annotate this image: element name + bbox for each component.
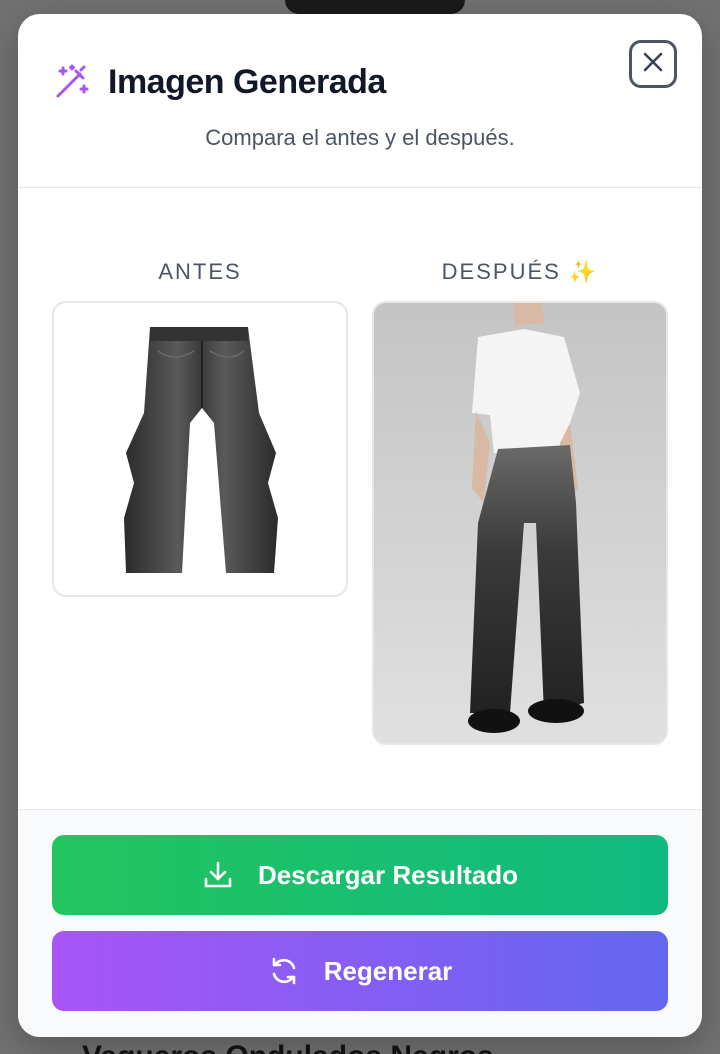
- regenerate-button[interactable]: Regenerar: [52, 931, 668, 1011]
- modal-header: Imagen Generada Compara el antes y el de…: [18, 14, 702, 188]
- after-label: DESPUÉS ✨: [441, 259, 599, 284]
- background-product-title: Vaqueros Ondulados Negros: [82, 1040, 494, 1054]
- before-label: ANTES: [158, 259, 242, 284]
- close-icon: [642, 51, 664, 78]
- regenerate-button-label: Regenerar: [323, 955, 453, 986]
- modal-title: Imagen Generada: [108, 62, 386, 101]
- modal-footer: Descargar Resultado Regenerar: [18, 809, 702, 1037]
- model-wearing-jeans-image: [374, 303, 666, 743]
- background-product-photo: [285, 0, 465, 14]
- close-button[interactable]: [629, 40, 677, 88]
- before-after-comparison: ANTES DESPUÉS ✨: [18, 189, 702, 809]
- magic-wand-icon: [52, 62, 92, 102]
- download-icon: [202, 859, 234, 891]
- before-image: [52, 301, 348, 597]
- modal-title-row: Imagen Generada: [52, 62, 386, 102]
- after-image: [372, 301, 668, 745]
- download-result-button[interactable]: Descargar Resultado: [52, 835, 668, 915]
- refresh-icon: [268, 955, 300, 987]
- modal-subtitle: Compara el antes y el después.: [205, 125, 515, 150]
- download-button-label: Descargar Resultado: [257, 859, 519, 890]
- jeans-product-image: [124, 327, 278, 573]
- generated-image-modal: Imagen Generada Compara el antes y el de…: [18, 14, 702, 1037]
